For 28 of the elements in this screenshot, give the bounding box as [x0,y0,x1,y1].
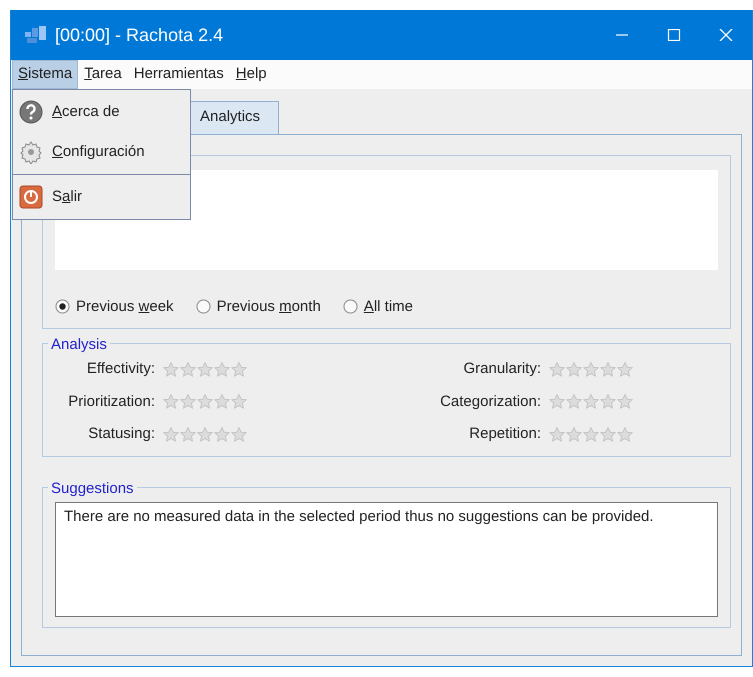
gear-icon [19,140,43,164]
radio-label: Previous month [216,296,321,316]
metric-label: Granularity: [462,359,541,379]
tab[interactable]: Analytics [189,101,280,134]
window-title: [00:00] - Rachota 2.4 [55,24,224,47]
radio-label: All time [364,296,413,316]
metric-label: Repetition: [468,424,541,444]
radio-button[interactable] [196,299,211,314]
metric-label: Statusing: [87,424,155,444]
menu-entry[interactable]: Acerca de [52,100,120,124]
menu-entry[interactable]: Configuración [52,140,145,164]
power-icon [19,185,43,209]
suggestion-text: There are no measured data in the selected period thus no suggestions can be provided. [64,506,655,526]
metric-label: Effectivity: [86,359,155,379]
menu-item[interactable]: Help [230,60,273,89]
menu-item[interactable]: Tarea [78,60,128,89]
maximize-icon [667,29,681,41]
metric-label: Prioritization: [67,392,155,412]
radio-label: Previous week [76,296,174,316]
close-icon [719,29,733,41]
radio-button[interactable] [55,299,70,314]
help-icon [19,100,43,124]
radio-button[interactable] [342,299,358,314]
metric-label: Categorization: [439,392,541,412]
app-icon [25,26,47,44]
menu-item[interactable]: Herramientas [128,60,230,89]
menu-item[interactable]: Sistema [12,60,78,89]
menu-entry[interactable]: Salir [52,186,82,208]
